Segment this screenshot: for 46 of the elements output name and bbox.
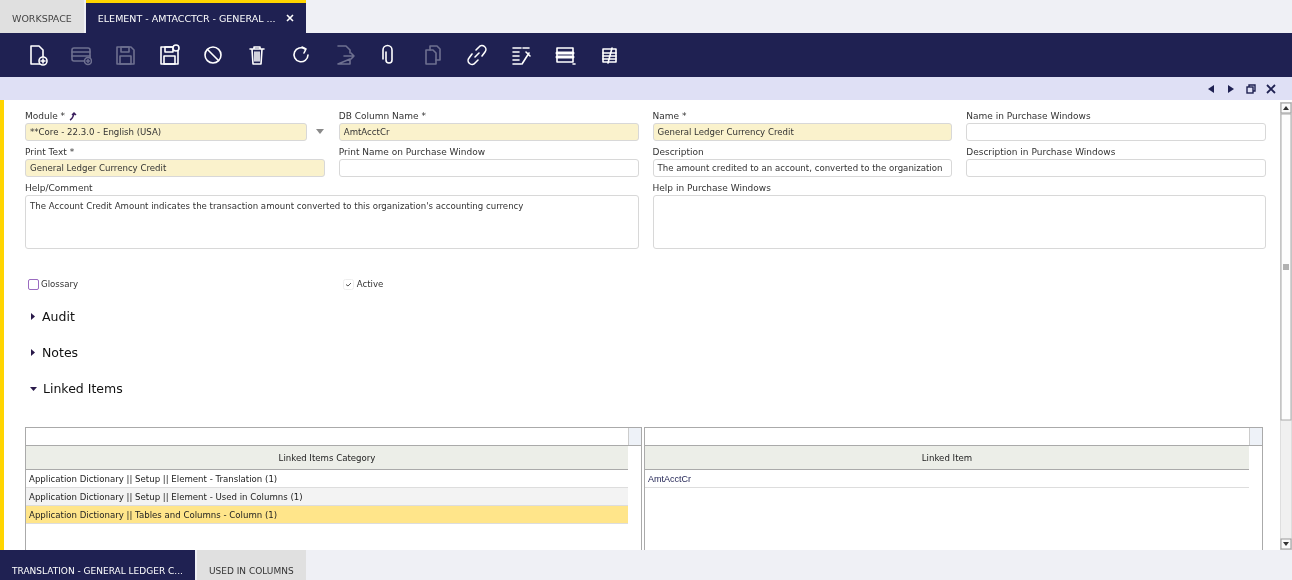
- column-header[interactable]: Linked Items Category: [26, 446, 628, 470]
- next-icon[interactable]: [1226, 83, 1236, 94]
- field-label: Name in Purchase Windows: [966, 111, 1091, 121]
- column-header[interactable]: Linked Item: [645, 446, 1249, 470]
- field-label: Description in Purchase Windows: [966, 147, 1116, 157]
- input-field[interactable]: General Ledger Currency Credit: [25, 159, 325, 177]
- restore-icon[interactable]: [1246, 83, 1256, 94]
- field-label: Help in Purchase Windows: [652, 183, 771, 193]
- tab[interactable]: TRANSLATION - GENERAL LEDGER C...: [0, 550, 195, 580]
- caret-icon[interactable]: [314, 129, 325, 135]
- section-header[interactable]: Linked Items: [25, 377, 1266, 399]
- field-label: DB Column Name *: [338, 111, 426, 121]
- collapsed-icon[interactable]: [30, 312, 36, 320]
- collapsed-icon[interactable]: [30, 348, 36, 356]
- field-label: Name *: [652, 111, 687, 121]
- input-field[interactable]: The amount credited to an account, converted to the organization: [652, 159, 953, 177]
- expanded-icon[interactable]: [30, 384, 37, 392]
- tab[interactable]: WORKSPACE: [0, 0, 84, 33]
- grid-row[interactable]: Application Dictionary || Tables and Columns - Column (1): [26, 506, 628, 524]
- field-label: Description: [652, 147, 704, 157]
- previous-icon[interactable]: [1206, 83, 1216, 94]
- grid-row[interactable]: Application Dictionary || Setup || Element - Used in Columns (1): [26, 488, 628, 506]
- link-icon[interactable]: [464, 42, 490, 68]
- text-area[interactable]: The Account Credit Amount indicates the transaction amount converted to this organization's accounting currency: [25, 195, 639, 249]
- section-header[interactable]: Audit: [25, 305, 1266, 327]
- checkbox[interactable]: [28, 278, 39, 290]
- checkbox-label: Glossary: [41, 279, 79, 289]
- close-icon[interactable]: [1266, 83, 1276, 94]
- field-label: Print Name on Purchase Window: [338, 147, 485, 157]
- input-field[interactable]: General Ledger Currency Credit: [652, 123, 953, 141]
- input-field[interactable]: [966, 159, 1266, 177]
- section-header[interactable]: Notes: [25, 341, 1266, 363]
- tab[interactable]: ELEMENT - AMTACCTCR - GENERAL ...: [85, 0, 306, 33]
- scrollbar[interactable]: [1280, 102, 1292, 550]
- field-label: Module *: [25, 111, 66, 121]
- dropdown-field[interactable]: **Core - 22.3.0 - English (USA): [25, 123, 307, 141]
- grid-corner: [1249, 428, 1262, 445]
- field-label: Print Text *: [25, 147, 75, 157]
- input-field[interactable]: AmtAcctCr: [338, 123, 639, 141]
- field-label: Help/Comment: [25, 183, 93, 193]
- tab[interactable]: USED IN COLUMNS: [196, 550, 306, 580]
- input-field[interactable]: [338, 159, 639, 177]
- arrow-icon[interactable]: [69, 111, 79, 121]
- checkbox-label: Active: [356, 279, 384, 289]
- grid-corner: [628, 428, 641, 445]
- input-field[interactable]: [966, 123, 1266, 141]
